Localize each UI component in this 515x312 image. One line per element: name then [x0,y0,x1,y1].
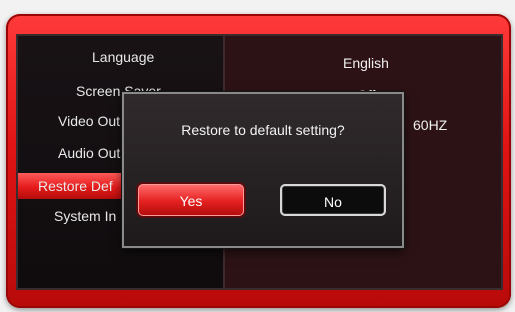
no-button[interactable]: No [280,184,386,216]
menu-item-label: Video Out [58,113,121,129]
menu-item-label: Audio Out [58,145,121,161]
menu-item-label: System In [54,208,117,224]
dialog-message: Restore to default setting? [181,122,345,138]
value-language[interactable]: English [225,50,501,76]
yes-button[interactable]: Yes [138,184,244,216]
menu-item-label: Language [92,49,155,65]
menu-item-language[interactable]: Language [18,44,223,70]
menu-item-label: Restore Def [38,178,113,194]
restore-confirm-dialog: Restore to default setting? Yes No [122,92,404,248]
